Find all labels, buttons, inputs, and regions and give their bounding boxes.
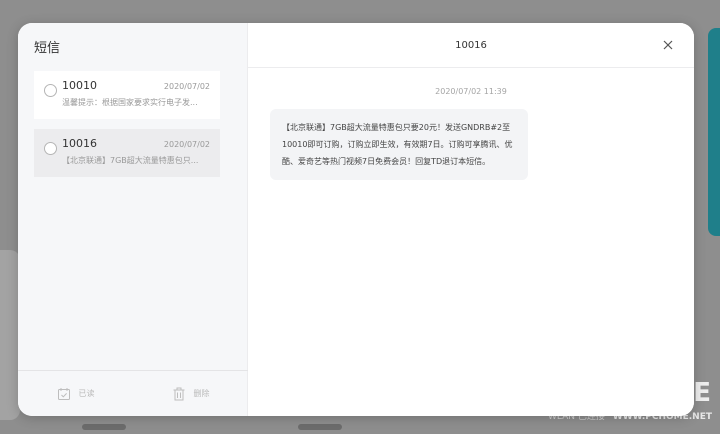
select-radio[interactable] [44,142,57,155]
message-date: 2020/07/02 [163,140,210,149]
panel-title: 短信 [34,41,61,56]
background-accent-panel [708,28,720,236]
background-card-left [0,250,20,420]
message-timestamp: 2020/07/02 11:39 [435,87,507,96]
message-list: 10010 2020/07/02 温馨提示：根据国家要求实行电子发... 100… [34,71,220,187]
message-sender: 10010 [62,79,97,92]
message-date: 2020/07/02 [163,82,210,91]
list-actions: 已读 删除 [18,370,248,416]
delete-button[interactable]: 删除 [133,387,248,401]
background-label [82,424,126,430]
conversation-panel: 10016 2020/07/02 11:39 【北京联通】7GB超大流量特惠包只… [248,23,694,416]
delete-label: 删除 [193,389,210,398]
mark-read-button[interactable]: 已读 [18,387,133,401]
trash-icon [173,387,184,400]
close-icon[interactable] [660,37,676,53]
background-label [298,424,342,430]
read-calendar-icon [57,387,70,400]
conversation-title: 10016 [455,39,487,51]
conversation-header: 10016 [248,23,694,68]
message-item-10016[interactable]: 10016 2020/07/02 【北京联通】7GB超大流量特惠包只... [34,129,220,177]
select-radio[interactable] [44,84,57,97]
message-sender: 10016 [62,137,97,150]
message-preview: 温馨提示：根据国家要求实行电子发... [62,98,198,107]
watermark-logo: E [693,378,712,408]
message-bubble: 【北京联通】7GB超大流量特惠包只要20元！发送GNDRB#2至10010即可订… [270,109,528,180]
sms-dialog: 短信 10010 2020/07/02 温馨提示：根据国家要求实行电子发... … [18,23,694,416]
message-list-panel: 短信 10010 2020/07/02 温馨提示：根据国家要求实行电子发... … [18,23,248,416]
message-item-10010[interactable]: 10010 2020/07/02 温馨提示：根据国家要求实行电子发... [34,71,220,119]
message-preview: 【北京联通】7GB超大流量特惠包只... [62,156,199,165]
mark-read-label: 已读 [78,389,95,398]
